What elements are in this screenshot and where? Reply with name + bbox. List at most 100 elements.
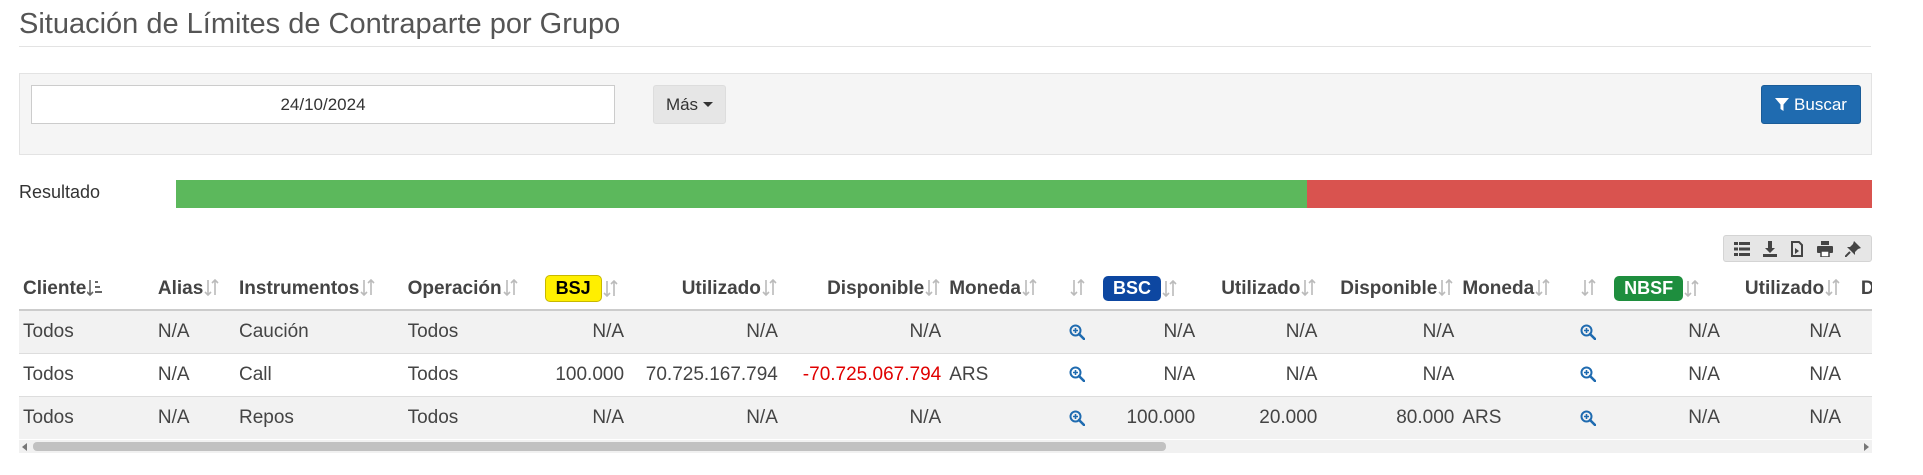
sort-icon[interactable] bbox=[1581, 279, 1597, 297]
col-header-cliente[interactable]: Cliente bbox=[19, 268, 154, 311]
col-header-utilizado[interactable]: Utilizado bbox=[1199, 268, 1322, 311]
caret-down-icon bbox=[703, 102, 714, 107]
sort-icon[interactable] bbox=[1535, 279, 1551, 297]
sort-icon[interactable] bbox=[925, 279, 941, 297]
cell-utilizado: N/A bbox=[628, 309, 782, 353]
limits-table: Cliente Alias Instrumentos Operación BSJ… bbox=[19, 268, 1872, 439]
buscar-label: Buscar bbox=[1794, 94, 1847, 114]
cell-moneda bbox=[945, 309, 1066, 353]
sort-icon[interactable] bbox=[1162, 279, 1178, 298]
cell-bsc: N/A bbox=[1099, 352, 1200, 396]
zoom-in-icon[interactable] bbox=[1580, 410, 1597, 426]
col-header-alias[interactable]: Alias bbox=[153, 268, 235, 311]
cell-moneda bbox=[945, 395, 1066, 439]
list-icon[interactable] bbox=[1731, 238, 1753, 260]
col-header-instrumentos[interactable]: Instrumentos bbox=[235, 268, 404, 311]
sort-icon[interactable] bbox=[762, 279, 778, 297]
cell-alias: N/A bbox=[153, 352, 235, 396]
mas-dropdown-button[interactable]: Más bbox=[653, 85, 726, 124]
cell-disponible: N/A bbox=[781, 395, 946, 439]
buscar-button[interactable]: Buscar bbox=[1761, 85, 1861, 124]
cell-cliente: Todos bbox=[19, 352, 154, 396]
scroll-left-arrow-icon[interactable] bbox=[22, 443, 27, 451]
result-progress-bar bbox=[176, 180, 1872, 208]
bank-badge-bsj: BSJ bbox=[544, 275, 602, 302]
cell-instrumentos: Caución bbox=[235, 309, 404, 353]
sort-icon[interactable] bbox=[1684, 279, 1700, 298]
sort-icon[interactable] bbox=[1022, 279, 1038, 297]
cell-moneda: ARS bbox=[1458, 395, 1577, 439]
zoom-in-icon[interactable] bbox=[1580, 324, 1597, 340]
col-header-disponible[interactable]: Disponible bbox=[1845, 268, 1872, 311]
col-header-detail[interactable] bbox=[1065, 268, 1100, 311]
cell-nbsf: N/A bbox=[1610, 352, 1724, 396]
table-toolbar bbox=[1723, 235, 1872, 262]
zoom-in-icon[interactable] bbox=[1580, 366, 1597, 383]
cell-alias: N/A bbox=[153, 309, 235, 353]
table-row: Todos N/A Caución Todos N/A N/A N/A N/A N/A N/A N/… bbox=[19, 309, 1872, 353]
cell-moneda: ARS bbox=[945, 352, 1066, 396]
col-header-bsj[interactable]: BSJ bbox=[540, 268, 629, 311]
col-header-moneda[interactable]: Moneda bbox=[1458, 268, 1577, 311]
date-input[interactable] bbox=[31, 85, 615, 124]
sort-icon[interactable] bbox=[204, 279, 220, 297]
sort-icon[interactable] bbox=[503, 279, 519, 297]
page-title: Situación de Límites de Contraparte por … bbox=[19, 8, 621, 40]
col-header-operacion[interactable]: Operación bbox=[403, 268, 541, 311]
horizontal-scrollbar[interactable] bbox=[19, 440, 1872, 453]
cell-bsc: 100.000 bbox=[1099, 395, 1200, 439]
export-icon[interactable] bbox=[1786, 238, 1808, 260]
pin-icon[interactable] bbox=[1842, 238, 1864, 260]
sort-icon[interactable] bbox=[603, 279, 619, 298]
cell-utilizado: N/A bbox=[1723, 352, 1846, 396]
cell-cliente: Todos bbox=[19, 309, 154, 353]
title-divider bbox=[19, 46, 1871, 47]
zoom-in-icon[interactable] bbox=[1069, 324, 1086, 340]
col-header-disponible[interactable]: Disponible bbox=[1321, 268, 1459, 311]
zoom-in-icon[interactable] bbox=[1069, 366, 1086, 383]
col-header-utilizado[interactable]: Utilizado bbox=[1723, 268, 1846, 311]
mas-label: Más bbox=[665, 94, 699, 114]
print-icon[interactable] bbox=[1814, 238, 1836, 260]
cell-disponible: N/A bbox=[1845, 395, 1872, 439]
col-header-disponible[interactable]: Disponible bbox=[781, 268, 946, 311]
result-bar-ok-segment bbox=[176, 180, 1308, 208]
cell-bsj: 100.000 bbox=[540, 352, 629, 396]
sort-icon[interactable] bbox=[360, 279, 376, 297]
col-header-bsc[interactable]: BSC bbox=[1099, 268, 1200, 311]
limits-table-container: Cliente Alias Instrumentos Operación BSJ… bbox=[19, 268, 1872, 453]
cell-nbsf: N/A bbox=[1610, 395, 1724, 439]
cell-utilizado: N/A bbox=[1199, 352, 1322, 396]
cell-utilizado: 20.000 bbox=[1199, 395, 1322, 439]
cell-utilizado: N/A bbox=[1723, 395, 1846, 439]
cell-utilizado: 70.725.167.794 bbox=[628, 352, 782, 396]
table-row: Todos N/A Repos Todos N/A N/A N/A 100.000 20.000… bbox=[19, 395, 1872, 439]
download-icon[interactable] bbox=[1759, 238, 1781, 260]
cell-moneda bbox=[1458, 352, 1577, 396]
cell-alias: N/A bbox=[153, 395, 235, 439]
col-header-nbsf[interactable]: NBSF bbox=[1610, 268, 1724, 311]
sort-icon[interactable] bbox=[1070, 279, 1086, 297]
cell-operacion: Todos bbox=[403, 395, 541, 439]
col-header-utilizado[interactable]: Utilizado bbox=[628, 268, 782, 311]
zoom-in-icon[interactable] bbox=[1069, 410, 1086, 426]
cell-disponible: N/A bbox=[781, 309, 946, 353]
cell-operacion: Todos bbox=[403, 309, 541, 353]
sort-icon[interactable] bbox=[1438, 279, 1454, 297]
cell-nbsf: N/A bbox=[1610, 309, 1724, 353]
cell-disponible: N/A bbox=[1321, 352, 1459, 396]
cell-utilizado: N/A bbox=[1199, 309, 1322, 353]
scroll-right-arrow-icon[interactable] bbox=[1864, 443, 1869, 451]
cell-cliente: Todos bbox=[19, 395, 154, 439]
table-row: Todos N/A Call Todos 100.000 70.725.167.794 -7… bbox=[19, 352, 1872, 396]
col-header-moneda[interactable]: Moneda bbox=[945, 268, 1066, 311]
cell-operacion: Todos bbox=[403, 352, 541, 396]
bank-badge-bsc: BSC bbox=[1103, 276, 1162, 301]
sort-icon[interactable] bbox=[1301, 279, 1317, 297]
sort-icon[interactable] bbox=[1825, 279, 1841, 297]
col-header-detail[interactable] bbox=[1576, 268, 1611, 311]
cell-bsj: N/A bbox=[540, 395, 629, 439]
cell-instrumentos: Repos bbox=[235, 395, 404, 439]
sort-ascending-icon[interactable] bbox=[87, 279, 103, 297]
scrollbar-thumb[interactable] bbox=[33, 442, 1166, 451]
